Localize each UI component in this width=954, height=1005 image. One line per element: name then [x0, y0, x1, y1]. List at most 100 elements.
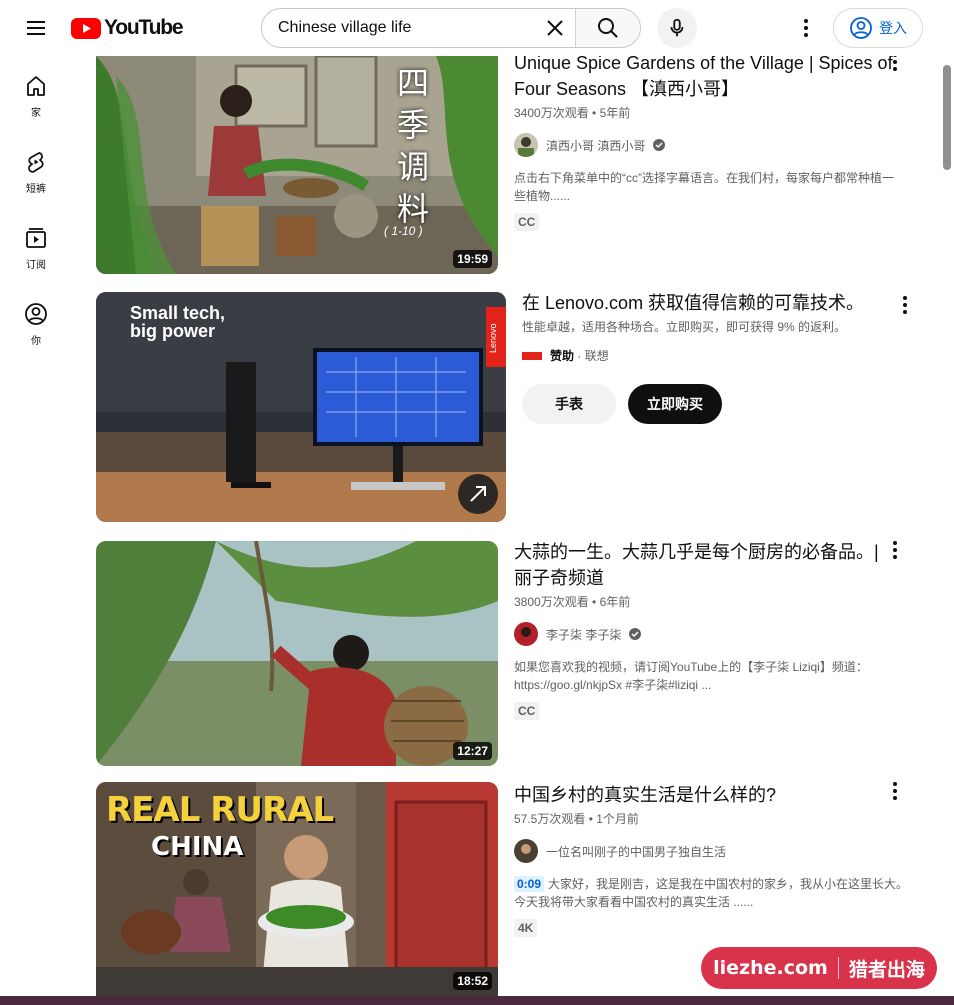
watermark-site: liezhe.com: [713, 957, 828, 979]
video-thumbnail[interactable]: 四 季 调 料 ( 1-10 ) 19:59: [96, 56, 498, 274]
scrollbar-thumb[interactable]: [943, 65, 951, 170]
more-vert-icon: [903, 296, 907, 314]
video-duration: 12:27: [453, 742, 492, 760]
clear-search-button[interactable]: [535, 9, 575, 47]
chapter-timestamp[interactable]: 0:09: [514, 876, 545, 892]
watermark-divider: [837, 957, 839, 979]
verified-icon: [629, 628, 642, 640]
subscriptions-icon: [26, 228, 46, 248]
video-info: 大蒜的一生。大蒜几乎是每个厨房的必备品。| 丽子奇频道 3800万次观看 • 6…: [514, 539, 884, 720]
video-thumbnail[interactable]: REAL RURAL CHINA 18:52: [96, 782, 498, 996]
ad-image-headline: Small tech, big power: [130, 304, 225, 340]
lenovo-logo: Lenovo: [488, 323, 498, 353]
more-vert-icon: [893, 541, 897, 559]
video-description: 0:09 大家好，我是刚吉，这是我在中国农村的家乡，我从小在这里长大。今天我将带大…: [514, 875, 914, 911]
avatar: [514, 839, 538, 863]
channel-name: 一位名叫刚子的中国男子独自生活: [546, 844, 727, 859]
4k-badge: 4K: [514, 919, 538, 937]
home-icon: [27, 76, 45, 96]
watermark-brand: 猎者出海: [848, 958, 925, 981]
more-vert-icon: [893, 782, 897, 800]
search-input[interactable]: [262, 9, 535, 47]
headline-line: Small tech,: [130, 303, 226, 323]
video-title[interactable]: 中国乡村的真实生活是什么样的?: [514, 782, 914, 808]
microphone-icon: [670, 18, 684, 37]
buy-now-button[interactable]: 立即购买: [628, 384, 722, 424]
scrollbar[interactable]: [940, 56, 954, 996]
guide-label: 家: [31, 108, 41, 119]
thumbnail-image: [96, 541, 498, 766]
caption-char: 四: [396, 64, 429, 102]
cc-badge: CC: [514, 702, 540, 720]
sign-in-label: 登入: [879, 20, 907, 36]
menu-button[interactable]: [16, 8, 56, 48]
video-metadata: 3800万次观看 • 6年前: [514, 595, 631, 609]
sponsor-row: 赞助 · 联想: [522, 347, 882, 364]
shorts-icon: [28, 152, 44, 173]
video-menu-button[interactable]: [883, 779, 907, 803]
guide-item-you[interactable]: 你: [0, 284, 72, 360]
view-count: 57.5万次观看: [514, 812, 586, 826]
voice-search-button[interactable]: [657, 8, 697, 48]
watch-button[interactable]: 手表: [522, 384, 616, 424]
guide-item-home[interactable]: 家: [0, 56, 72, 132]
thumbnail-caption-line1: REAL RURAL: [106, 790, 334, 830]
search-box: [261, 8, 641, 48]
upload-age: 5年前: [599, 106, 631, 120]
advertiser-name: 联想: [584, 349, 609, 363]
guide-label: 短裤: [26, 184, 46, 195]
caption-char: 季: [396, 106, 429, 144]
video-description: 如果您喜欢我的视频，请订阅YouTube上的【李子柒 Liziqi】频道：htt…: [514, 660, 868, 692]
verified-icon: [653, 139, 666, 151]
channel-info[interactable]: 滇西小哥 滇西小哥: [514, 133, 904, 157]
upload-age: 1个月前: [596, 812, 639, 826]
channel-info[interactable]: 一位名叫刚子的中国男子独自生活: [514, 839, 914, 863]
search-icon: [598, 18, 618, 38]
you-icon: [25, 303, 47, 325]
settings-menu-button[interactable]: [786, 8, 826, 48]
video-info: 中国乡村的真实生活是什么样的? 57.5万次观看 • 1个月前 一位名叫刚子的中…: [514, 782, 914, 937]
sign-in-button[interactable]: 登入: [833, 8, 923, 48]
mini-guide: 家 短裤 订阅 你: [0, 56, 72, 360]
video-thumbnail[interactable]: 12:27: [96, 541, 498, 766]
more-vert-icon: [804, 19, 808, 37]
guide-label: 订阅: [26, 260, 46, 271]
video-metadata: 57.5万次观看 • 1个月前: [514, 812, 639, 826]
video-duration: 18:52: [453, 972, 492, 990]
channel-info[interactable]: 李子柒 李子柒: [514, 622, 884, 646]
video-info: Unique Spice Gardens of the Village | Sp…: [514, 50, 904, 231]
search-button[interactable]: [575, 9, 640, 47]
video-title[interactable]: Unique Spice Gardens of the Village | Sp…: [514, 50, 904, 102]
hamburger-icon: [27, 21, 45, 35]
ad-info: 在 Lenovo.com 获取值得信赖的可靠技术。 性能卓越，适用各种场合。立即…: [522, 290, 882, 424]
thumbnail-caption-line2: CHINA: [151, 832, 244, 862]
ad-title[interactable]: 在 Lenovo.com 获取值得信赖的可靠技术。: [522, 290, 882, 316]
thumbnail-caption-sub: ( 1-10 ): [384, 224, 423, 238]
video-metadata: 3400万次观看 • 5年前: [514, 106, 631, 120]
sponsored-label: 赞助: [550, 349, 575, 363]
ad-buttons: 手表 立即购买: [522, 384, 882, 424]
avatar: [514, 622, 538, 646]
youtube-play-icon: [71, 17, 101, 39]
guide-label: 你: [31, 336, 41, 347]
description-text: 大家好，我是刚吉，这是我在中国农村的家乡，我从小在这里长大。今天我将带大家看看中…: [514, 877, 909, 909]
os-taskbar: [0, 996, 954, 1005]
view-count: 3800万次观看: [514, 595, 589, 609]
watermark: liezhe.com 猎者出海: [701, 947, 937, 989]
thumbnail-caption: 四 季 调 料: [391, 62, 435, 230]
video-duration: 19:59: [453, 250, 492, 268]
channel-name: 滇西小哥 滇西小哥: [546, 138, 646, 153]
video-title[interactable]: 大蒜的一生。大蒜几乎是每个厨房的必备品。| 丽子奇频道: [514, 539, 884, 591]
masthead: YouTube 登入: [0, 0, 954, 56]
guide-item-subscriptions[interactable]: 订阅: [0, 208, 72, 284]
lenovo-logo-icon: [522, 351, 542, 360]
cc-badge: CC: [514, 213, 540, 231]
ad-thumbnail[interactable]: Small tech, big power Lenovo: [96, 292, 506, 522]
avatar: [514, 133, 538, 157]
logo-text: YouTube: [104, 16, 184, 39]
guide-item-shorts[interactable]: 短裤: [0, 132, 72, 208]
youtube-logo[interactable]: YouTube: [71, 15, 184, 41]
video-menu-button[interactable]: [883, 538, 907, 562]
thumbnail-image: [96, 56, 498, 274]
ad-menu-button[interactable]: [893, 293, 917, 317]
